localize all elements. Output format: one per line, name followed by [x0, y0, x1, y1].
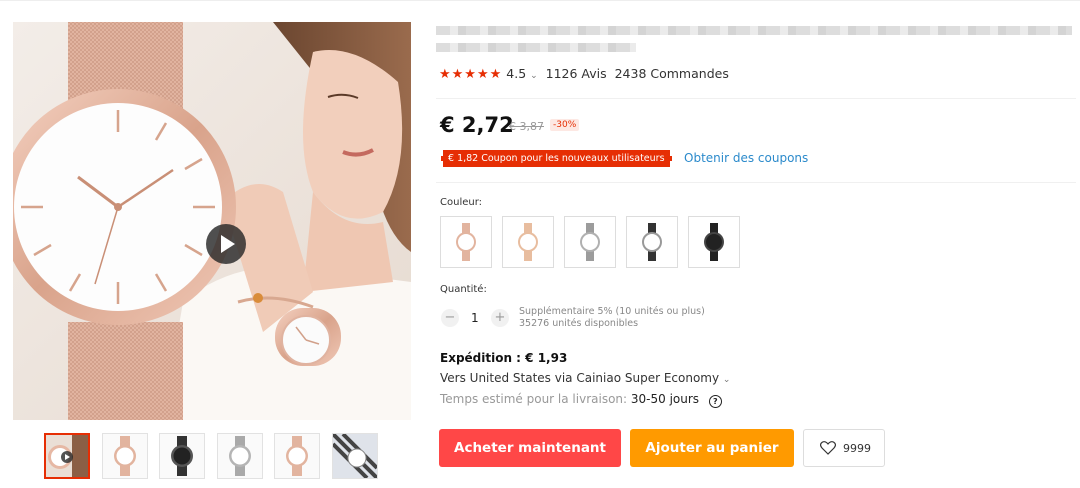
color-option-rose-gold-2[interactable]	[502, 216, 554, 268]
color-option-black-silver[interactable]	[626, 216, 678, 268]
wishlist-button[interactable]: 9999	[803, 429, 885, 467]
quantity-info: Supplémentaire 5% (10 unités ou plus) 35…	[519, 306, 705, 330]
quantity-decrease-button[interactable]: −	[441, 309, 459, 327]
eta-label: Temps estimé pour la livraison:	[440, 392, 628, 406]
quantity-value[interactable]: 1	[471, 311, 479, 325]
divider	[436, 98, 1076, 99]
color-option-black[interactable]	[688, 216, 740, 268]
color-label: Couleur:	[440, 197, 483, 208]
stock-available: 35276 unités disponibles	[519, 318, 639, 329]
wishlist-count: 9999	[843, 442, 871, 455]
reviews-count[interactable]: 1126 Avis	[546, 66, 607, 81]
product-title-line-1	[436, 26, 1072, 35]
add-to-cart-button[interactable]: Ajouter au panier	[630, 429, 794, 467]
thumbnail-6[interactable]	[332, 433, 378, 479]
thumbnail-4[interactable]	[217, 433, 263, 479]
price: € 2,72	[440, 113, 514, 137]
rating-row: ★★★★★ 4.5 ⌄ 1126 Avis 2438 Commandes	[439, 66, 729, 82]
shipping-method[interactable]: Vers United States via Cainiao Super Eco…	[440, 371, 719, 385]
quantity-increase-button[interactable]: +	[491, 309, 509, 327]
shipping-destination[interactable]: Vers United States via Cainiao Super Eco…	[440, 371, 730, 385]
discount-badge: -30%	[550, 119, 580, 131]
top-divider	[0, 0, 1080, 1]
bulk-discount-note: Supplémentaire 5% (10 unités ou plus)	[519, 306, 705, 317]
main-product-image[interactable]	[13, 22, 411, 420]
get-coupons-link[interactable]: Obtenir des coupons	[684, 151, 808, 165]
chevron-down-icon[interactable]: ⌄	[723, 375, 731, 385]
play-video-icon[interactable]	[206, 224, 246, 264]
color-option-rose-gold[interactable]	[440, 216, 492, 268]
product-photo	[13, 22, 411, 420]
thumbnail-5[interactable]	[274, 433, 320, 479]
rating-value: 4.5	[506, 66, 527, 81]
star-icon: ★★★★★	[439, 67, 503, 82]
divider	[436, 182, 1076, 183]
heart-icon	[820, 441, 836, 455]
thumbnail-3[interactable]	[159, 433, 205, 479]
buy-now-button[interactable]: Acheter maintenant	[439, 429, 621, 467]
color-option-silver[interactable]	[564, 216, 616, 268]
new-user-coupon: € 1,82 Coupon pour les nouveaux utilisat…	[441, 150, 672, 167]
delivery-estimate: Temps estimé pour la livraison: 30-50 jo…	[440, 392, 722, 408]
eta-value: 30-50 jours	[630, 392, 700, 406]
orders-count: 2438 Commandes	[614, 66, 729, 81]
help-icon[interactable]: ?	[708, 395, 722, 408]
thumbnail-2[interactable]	[102, 433, 148, 479]
chevron-down-icon[interactable]: ⌄	[530, 71, 538, 81]
quantity-label: Quantité:	[440, 284, 487, 295]
shipping-cost: Expédition : € 1,93	[440, 351, 568, 365]
old-price: € 3,87	[509, 120, 544, 133]
product-title-line-2	[436, 43, 636, 52]
thumbnail-1[interactable]	[44, 433, 90, 479]
